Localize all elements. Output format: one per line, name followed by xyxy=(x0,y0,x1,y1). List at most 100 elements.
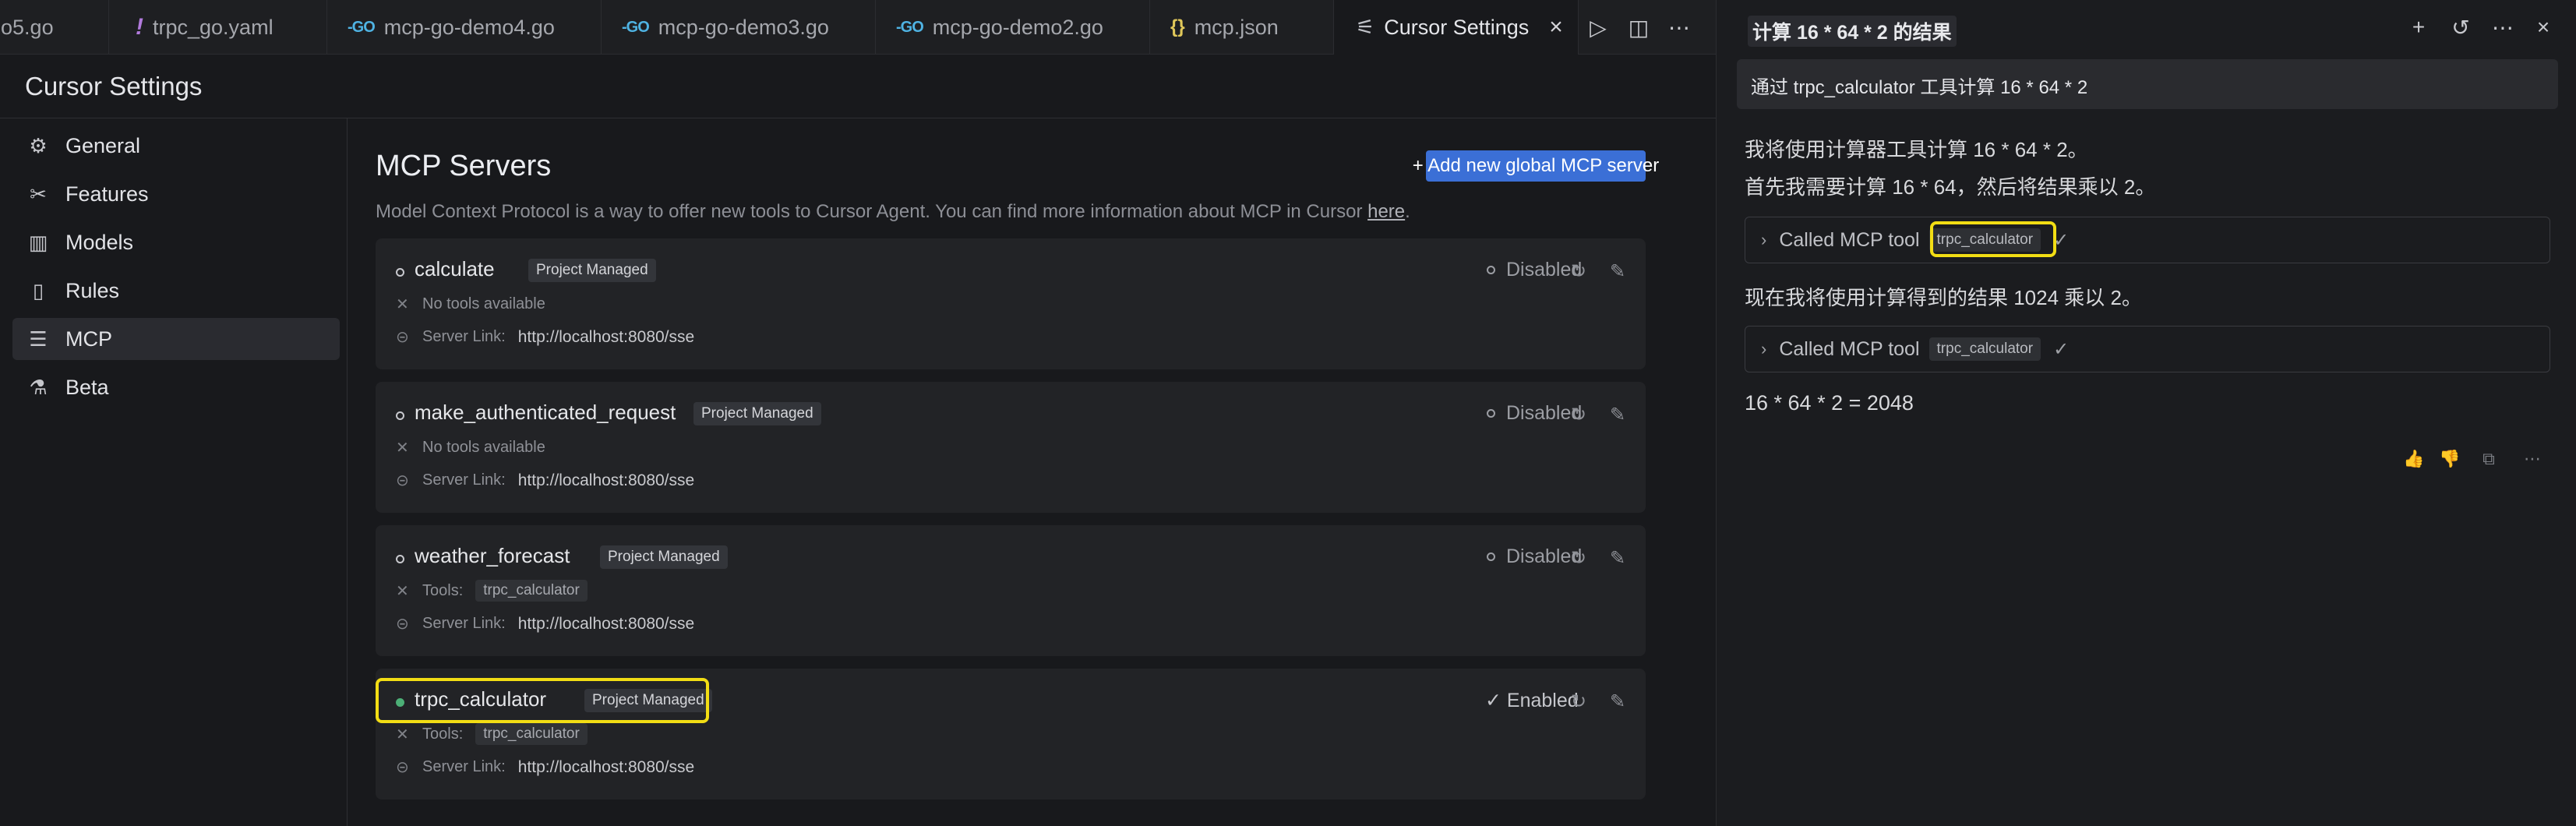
server-stack-icon: ☰ xyxy=(29,327,48,351)
status-label: ✓ Enabled xyxy=(1485,690,1579,711)
server-card-make-authenticated-request: make_authenticated_request Project Manag… xyxy=(376,382,1646,513)
docs-link[interactable]: here xyxy=(1367,201,1405,222)
server-name: calculate xyxy=(415,257,495,281)
link-icon: ⊝ xyxy=(396,616,409,633)
server-link-label: Server Link: xyxy=(422,471,506,489)
tools-row: ✕ No tools available xyxy=(396,295,545,314)
server-name: trpc_calculator xyxy=(415,687,547,711)
description-end: . xyxy=(1405,201,1410,222)
chat-title: 计算 16 * 64 * 2 的结果 xyxy=(1748,16,1957,47)
status-circle-icon xyxy=(1487,409,1495,418)
tab-trpc-go-yaml[interactable]: ! trpc_go.yaml xyxy=(109,0,327,55)
tab-bar: no5.go ! trpc_go.yaml -GO mcp-go-demo4.g… xyxy=(0,0,1716,55)
server-link-row: ⊝ Server Link: http://localhost:8080/sse xyxy=(396,471,694,490)
assistant-result: 16 * 64 * 2 = 2048 xyxy=(1745,391,1914,415)
sidebar-item-features[interactable]: ✂ Features xyxy=(12,173,340,215)
assistant-text: 现在我将使用计算得到的结果 1024 乘以 2。 xyxy=(1745,286,2142,309)
server-status[interactable]: ✓ Enabled xyxy=(1485,689,1579,712)
tools-icon: ✂ xyxy=(30,182,47,206)
close-icon[interactable]: × xyxy=(1549,14,1563,41)
history-icon[interactable]: ↺ xyxy=(2444,11,2477,44)
edit-pencil-icon[interactable]: ✎ xyxy=(1605,545,1630,570)
sidebar-item-beta[interactable]: ⚗ Beta xyxy=(12,366,340,408)
thumbs-down-icon[interactable]: 👎 xyxy=(2437,446,2463,472)
server-link-label: Server Link: xyxy=(422,328,506,345)
chevron-right-icon: › xyxy=(1761,230,1767,249)
project-managed-badge: Project Managed xyxy=(584,689,712,712)
more-icon[interactable]: ⋯ xyxy=(1663,11,1696,44)
thumbs-up-icon[interactable]: 👍 xyxy=(2401,446,2427,472)
edit-pencil-icon[interactable]: ✎ xyxy=(1605,402,1630,427)
sidebar-item-label: MCP xyxy=(65,327,112,351)
flask-icon: ⚗ xyxy=(29,375,48,399)
check-icon: ✓ xyxy=(2053,338,2070,360)
more-icon[interactable]: ⋯ xyxy=(2486,11,2519,44)
close-icon[interactable]: × xyxy=(2527,11,2560,44)
sidebar-item-label: Rules xyxy=(65,278,120,302)
bar-chart-icon: ▥ xyxy=(28,230,48,254)
tab-label: Cursor Settings xyxy=(1384,15,1530,39)
tab-no5-go[interactable]: no5.go xyxy=(0,0,109,55)
go-gopher-icon: -GO xyxy=(622,18,650,36)
tools-icon: ✕ xyxy=(396,725,409,743)
tool-call-collapsible[interactable]: › Called MCP tool trpc_calculator ✓ xyxy=(1745,326,2550,372)
status-circle-icon xyxy=(1487,552,1495,561)
tab-label: no5.go xyxy=(0,15,54,39)
server-link-label: Server Link: xyxy=(422,758,506,775)
tab-mcp-go-demo2[interactable]: -GO mcp-go-demo2.go xyxy=(876,0,1150,55)
server-card-weather-forecast: weather_forecast Project Managed ✕ Tools… xyxy=(376,525,1646,656)
mcp-description: Model Context Protocol is a way to offer… xyxy=(376,201,1410,223)
settings-sliders-icon: ⚟ xyxy=(1356,15,1375,39)
add-global-mcp-server-button[interactable]: + Add new global MCP server xyxy=(1413,150,1659,182)
project-managed-badge: Project Managed xyxy=(693,402,821,425)
tab-mcp-json[interactable]: {} mcp.json xyxy=(1150,0,1334,55)
tab-mcp-go-demo4[interactable]: -GO mcp-go-demo4.go xyxy=(327,0,602,55)
edit-pencil-icon[interactable]: ✎ xyxy=(1605,259,1630,284)
chat-header: 计算 16 * 64 * 2 的结果 + ↺ ⋯ × xyxy=(1717,0,2576,55)
sidebar-item-models[interactable]: ▥ Models xyxy=(12,221,340,263)
sidebar-item-label: Beta xyxy=(65,375,109,399)
project-managed-badge: Project Managed xyxy=(528,259,656,282)
section-title: MCP Servers xyxy=(376,150,552,182)
tab-mcp-go-demo3[interactable]: -GO mcp-go-demo3.go xyxy=(602,0,876,55)
chevron-right-icon: › xyxy=(1761,339,1767,358)
server-link-row: ⊝ Server Link: http://localhost:8080/sse xyxy=(396,757,694,777)
sidebar-item-rules[interactable]: ▯ Rules xyxy=(12,270,340,312)
tools-label: Tools: xyxy=(422,581,464,599)
tool-call-collapsible[interactable]: › Called MCP tool trpc_calculator ✓ xyxy=(1745,217,2550,263)
refresh-icon[interactable]: ↻ xyxy=(1566,259,1591,284)
tab-label: trpc_go.yaml xyxy=(153,15,273,39)
new-chat-plus-icon[interactable]: + xyxy=(2402,11,2435,44)
server-link-row: ⊝ Server Link: http://localhost:8080/sse xyxy=(396,614,694,634)
yaml-icon: ! xyxy=(136,14,143,40)
edit-pencil-icon[interactable]: ✎ xyxy=(1605,689,1630,714)
status-dot-icon xyxy=(396,698,404,707)
tools-label: No tools available xyxy=(422,439,545,456)
refresh-icon[interactable]: ↻ xyxy=(1566,689,1591,714)
status-circle-icon xyxy=(1487,266,1495,274)
copy-icon[interactable]: ⧉ xyxy=(2475,446,2502,472)
server-name: make_authenticated_request xyxy=(415,401,676,424)
tools-icon: ✕ xyxy=(396,582,409,600)
tab-label: mcp-go-demo3.go xyxy=(658,15,829,39)
tab-label: mcp-go-demo2.go xyxy=(932,15,1103,39)
assistant-text: 我将使用计算器工具计算 16 * 64 * 2。 xyxy=(1745,138,2088,161)
link-icon: ⊝ xyxy=(396,472,409,489)
tools-row: ✕ No tools available xyxy=(396,438,545,457)
sidebar-item-mcp[interactable]: ☰ MCP xyxy=(12,318,340,360)
tool-name-chip: trpc_calculator xyxy=(1928,228,2041,252)
tab-label: mcp.json xyxy=(1194,15,1279,39)
server-name: weather_forecast xyxy=(415,544,570,567)
split-editor-icon[interactable]: ◫ xyxy=(1622,11,1655,44)
mcp-settings-panel: MCP Servers + Add new global MCP server … xyxy=(348,118,1716,826)
refresh-icon[interactable]: ↻ xyxy=(1566,402,1591,427)
sidebar-item-general[interactable]: ⚙ General xyxy=(12,125,340,167)
user-message: 通过 trpc_calculator 工具计算 16 * 64 * 2 xyxy=(1737,59,2558,109)
more-icon[interactable]: ⋯ xyxy=(2519,446,2546,472)
tool-chip: trpc_calculator xyxy=(475,723,588,745)
tool-chip: trpc_calculator xyxy=(475,580,588,602)
server-link-value: http://localhost:8080/sse xyxy=(517,327,695,346)
tab-cursor-settings[interactable]: ⚟ Cursor Settings × xyxy=(1334,0,1579,55)
run-icon[interactable]: ▷ xyxy=(1582,11,1614,44)
refresh-icon[interactable]: ↻ xyxy=(1566,545,1591,570)
